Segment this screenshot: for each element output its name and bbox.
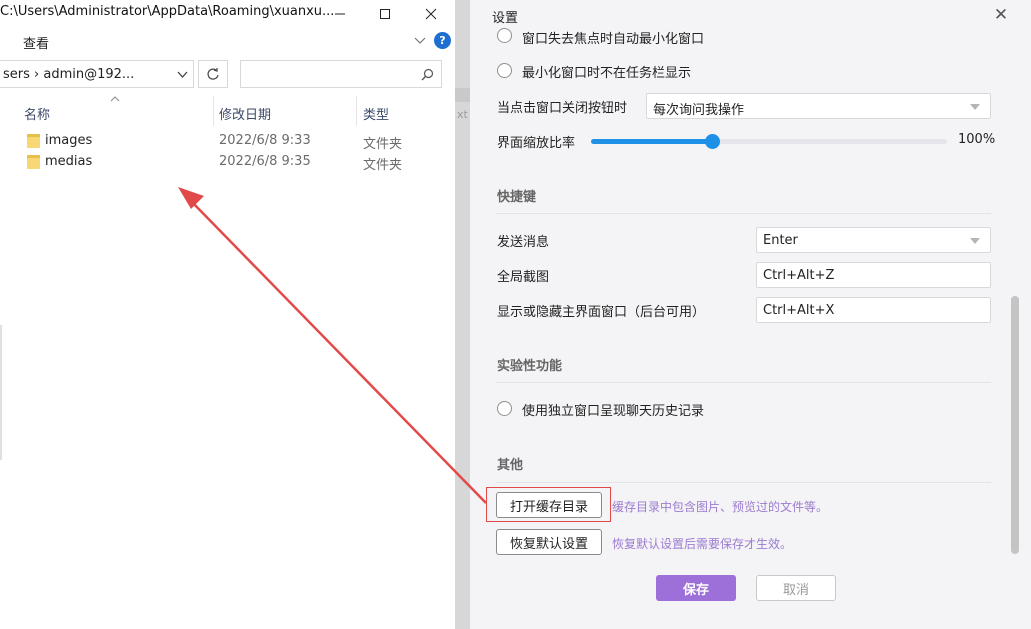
settings-dialog: 设置 ✕ 窗口失去焦点时自动最小化窗口 最小化窗口时不在任务栏显示 当点击窗口关… <box>470 0 1031 629</box>
help-icon[interactable]: ? <box>434 32 451 49</box>
close-behavior-label: 当点击窗口关闭按钮时 <box>497 101 628 116</box>
folder-icon <box>27 155 40 169</box>
background-window-strip: xt <box>455 0 470 629</box>
window-title-path: C:\Users\Administrator\AppData\Roaming\x… <box>0 4 335 19</box>
hide-taskbar-label: 最小化窗口时不在任务栏显示 <box>522 66 692 81</box>
toggle-window-shortcut-value: Ctrl+Alt+X <box>763 303 835 318</box>
shortcuts-section-title: 快捷键 <box>497 190 537 205</box>
toggle-window-label: 显示或隐藏主界面窗口（后台可用） <box>497 305 706 320</box>
dialog-title: 设置 <box>492 11 519 26</box>
cancel-button[interactable]: 取消 <box>756 575 836 601</box>
close-behavior-select[interactable]: 每次询问我操作 <box>646 93 991 119</box>
background-text: xt <box>457 108 468 121</box>
search-input[interactable] <box>240 60 442 88</box>
minimize-icon <box>335 13 345 14</box>
zoom-value: 100% <box>958 132 996 147</box>
column-divider[interactable] <box>213 96 214 126</box>
column-divider[interactable] <box>356 96 357 126</box>
background-bar <box>455 88 470 102</box>
file-date: 2022/6/8 9:35 <box>219 154 311 169</box>
chevron-down-icon <box>970 238 980 244</box>
restore-defaults-button[interactable]: 恢复默认设置 <box>496 529 602 555</box>
experimental-section-title: 实验性功能 <box>497 359 563 374</box>
send-message-select[interactable]: Enter <box>756 227 991 253</box>
file-name: images <box>45 133 93 148</box>
hide-taskbar-radio[interactable] <box>497 63 512 78</box>
search-icon <box>421 68 434 81</box>
sort-ascending-icon <box>110 96 120 102</box>
close-behavior-value: 每次询问我操作 <box>653 103 745 118</box>
file-type: 文件夹 <box>363 137 403 152</box>
ribbon-expand-chevron-icon[interactable] <box>414 35 426 50</box>
open-cache-hint: 缓存目录中包含图片、预览过的文件等。 <box>612 500 829 514</box>
save-button[interactable]: 保存 <box>656 575 736 601</box>
screenshot-shortcut-value: Ctrl+Alt+Z <box>763 268 835 283</box>
screenshot-shortcut-field[interactable]: Ctrl+Alt+Z <box>756 262 991 288</box>
refresh-icon <box>207 68 219 80</box>
send-message-value: Enter <box>763 233 798 248</box>
other-section-title: 其他 <box>497 458 524 473</box>
auto-minimize-radio[interactable] <box>497 28 512 43</box>
address-bar[interactable]: sers › admin@192... <box>0 60 194 88</box>
toggle-window-shortcut-field[interactable]: Ctrl+Alt+X <box>756 297 991 323</box>
zoom-slider-thumb[interactable] <box>705 134 721 149</box>
address-dropdown-chevron-icon[interactable] <box>177 71 188 79</box>
zoom-label: 界面缩放比率 <box>497 136 576 151</box>
screenshot-label: 全局截图 <box>497 270 550 285</box>
divider <box>496 213 991 214</box>
dialog-close-button[interactable]: ✕ <box>990 4 1012 26</box>
send-message-label: 发送消息 <box>497 235 550 250</box>
folder-icon <box>27 134 40 148</box>
close-icon <box>425 8 437 19</box>
file-date: 2022/6/8 9:33 <box>219 133 311 148</box>
divider <box>496 482 991 483</box>
ribbon-tab-view[interactable]: 查看 <box>23 33 49 52</box>
maximize-icon <box>380 8 390 19</box>
independent-window-radio[interactable] <box>497 401 512 416</box>
maximize-button[interactable] <box>362 0 408 27</box>
file-explorer-window: C:\Users\Administrator\AppData\Roaming\x… <box>0 0 455 629</box>
close-icon: ✕ <box>993 5 1009 25</box>
restore-defaults-hint: 恢复默认设置后需要保存才生效。 <box>612 537 793 551</box>
column-header-name[interactable]: 名称 <box>24 104 50 123</box>
open-cache-button[interactable]: 打开缓存目录 <box>496 492 602 518</box>
column-header-type[interactable]: 类型 <box>363 104 389 123</box>
file-row[interactable]: medias 2022/6/8 9:35 文件夹 <box>0 152 455 173</box>
divider <box>496 382 991 383</box>
settings-scrollbar[interactable] <box>1011 296 1019 554</box>
column-header-date[interactable]: 修改日期 <box>219 104 271 123</box>
auto-minimize-label: 窗口失去焦点时自动最小化窗口 <box>522 32 705 44</box>
address-text: sers › admin@192... <box>3 67 135 82</box>
independent-window-label: 使用独立窗口呈现聊天历史记录 <box>522 404 705 419</box>
clipped-option-row: 窗口失去焦点时自动最小化窗口 <box>470 27 1015 44</box>
zoom-slider-fill <box>591 139 713 144</box>
file-row[interactable]: images 2022/6/8 9:33 文件夹 <box>0 131 455 152</box>
refresh-button[interactable] <box>198 60 228 88</box>
explorer-scroll-edge <box>0 325 2 460</box>
close-window-button[interactable] <box>408 0 454 27</box>
file-type: 文件夹 <box>363 158 403 173</box>
minimize-button[interactable] <box>317 0 363 27</box>
file-name: medias <box>45 154 93 169</box>
chevron-down-icon <box>970 104 980 110</box>
